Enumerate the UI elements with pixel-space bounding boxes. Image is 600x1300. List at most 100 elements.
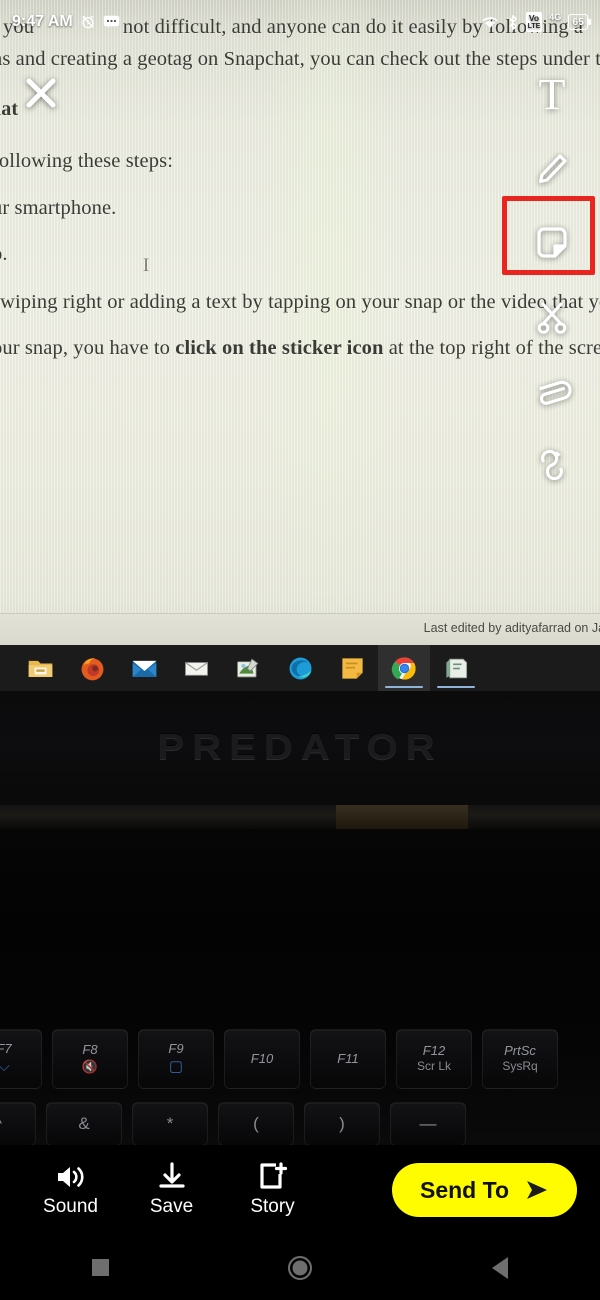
download-icon xyxy=(158,1162,185,1188)
key-prtsc-sublabel: SysRq xyxy=(502,1059,538,1074)
story-label: Story xyxy=(250,1196,295,1217)
scissors-icon xyxy=(537,302,567,334)
send-to-label: Send To xyxy=(419,1176,509,1203)
taskbar-item-envelope[interactable] xyxy=(170,645,222,691)
status-bar-right: Vo LTE 4G 65 xyxy=(480,12,591,32)
battery-icon: 65 xyxy=(568,14,591,30)
loop-icon xyxy=(541,449,563,481)
pencil-icon xyxy=(538,154,567,184)
keyboard-light-icon: ▢ xyxy=(168,1058,184,1076)
key-caret[interactable]: ^ xyxy=(0,1102,36,1146)
text-tool-icon: T xyxy=(538,70,566,119)
key-f9[interactable]: F9 ▢ xyxy=(138,1029,214,1089)
keyboard-function-row: F7 ⌵ F8 🔇 F9 ▢ F10 F11 F12 Scr Lk PrtSc … xyxy=(0,1029,600,1095)
sound-label: Sound xyxy=(43,1196,98,1217)
doc-line-5: ur smartphone. xyxy=(0,197,117,219)
circle-icon xyxy=(288,1255,312,1280)
speaker-icon xyxy=(57,1167,83,1187)
taskbar-item-chrome[interactable] xyxy=(378,645,430,691)
doc-line-8-bold: click on the sticker icon xyxy=(175,337,384,359)
message-icon xyxy=(103,15,119,28)
key-f12[interactable]: F12 Scr Lk xyxy=(396,1029,472,1089)
text-tool-button[interactable]: T xyxy=(504,58,600,132)
snap-action-bar: Sound Save Story Send To xyxy=(0,1145,600,1235)
key-asterisk[interactable]: * xyxy=(132,1102,208,1146)
key-f10[interactable]: F10 xyxy=(224,1029,300,1089)
doc-line-8-pre: our snap, you have to xyxy=(0,337,176,359)
key-f7-label: F7 xyxy=(0,1041,12,1057)
taskbar-item-file-explorer[interactable] xyxy=(14,645,66,691)
key-f7[interactable]: F7 ⌵ xyxy=(0,1029,42,1089)
send-to-button[interactable]: Send To xyxy=(391,1163,577,1217)
file-explorer-icon xyxy=(28,660,52,677)
wifi-icon xyxy=(481,17,498,29)
taskbar-item-sticky-notes[interactable] xyxy=(326,645,378,691)
status-bar-clock: 9:47 AM xyxy=(12,13,73,30)
doc-line-6: o. xyxy=(0,243,8,265)
story-button[interactable]: Story xyxy=(222,1162,323,1218)
sticky-notes-icon xyxy=(341,657,363,679)
laptop-brand-logo: PREDATOR xyxy=(157,726,443,767)
laptop-keyboard-deck xyxy=(0,829,600,1145)
key-f12-label: F12 xyxy=(422,1043,446,1059)
onenote-icon xyxy=(445,658,467,678)
sound-button[interactable]: Sound xyxy=(20,1162,121,1218)
mail-icon xyxy=(132,660,156,677)
key-f11-label: F11 xyxy=(337,1050,359,1066)
save-button[interactable]: Save xyxy=(121,1162,222,1218)
key-f8[interactable]: F8 🔇 xyxy=(52,1029,128,1089)
firefox-icon xyxy=(81,657,103,680)
mute-icon: 🔇 xyxy=(81,1058,99,1074)
status-bar-left: 9:47 AM xyxy=(12,13,120,31)
triangle-left-icon xyxy=(492,1256,508,1279)
text-cursor-icon: I xyxy=(142,255,150,276)
save-label: Save xyxy=(149,1196,194,1217)
add-to-story-icon xyxy=(259,1162,287,1189)
paperclip-icon xyxy=(539,380,572,405)
key-f9-label: F9 xyxy=(168,1041,184,1057)
key-paren-open[interactable]: ( xyxy=(218,1102,294,1146)
scissors-tool-button[interactable] xyxy=(504,280,600,354)
last-edited-label: Last edited by adityafarrad on Jan xyxy=(423,621,600,635)
recents-button[interactable] xyxy=(65,1248,135,1288)
paint-icon xyxy=(236,658,258,677)
envelope-icon xyxy=(184,661,208,676)
home-button[interactable] xyxy=(265,1248,335,1288)
square-icon xyxy=(91,1259,109,1276)
close-button[interactable] xyxy=(20,72,62,114)
chrome-icon xyxy=(391,656,416,680)
taskbar-item-mail[interactable] xyxy=(118,645,170,691)
volte-icon: Vo LTE xyxy=(525,12,543,32)
bluetooth-icon xyxy=(509,14,517,30)
loop-tool-button[interactable] xyxy=(504,428,600,502)
sticker-tool-highlight-box xyxy=(502,196,595,275)
key-f10-label: F10 xyxy=(250,1050,274,1066)
key-f11[interactable]: F11 xyxy=(310,1029,386,1089)
key-prtsc[interactable]: PrtSc SysRq xyxy=(482,1029,558,1089)
draw-tool-button[interactable] xyxy=(504,132,600,206)
key-prtsc-label: PrtSc xyxy=(504,1043,536,1059)
key-f8-label: F8 xyxy=(82,1042,98,1058)
key-ampersand[interactable]: & xyxy=(46,1102,122,1146)
taskbar-item-firefox[interactable] xyxy=(66,645,118,691)
key-paren-close[interactable]: ) xyxy=(304,1102,380,1146)
taskbar-item-paint[interactable] xyxy=(222,645,274,691)
network-4g-icon: 4G xyxy=(549,12,562,22)
taskbar-item-onenote[interactable] xyxy=(430,645,482,691)
windows-taskbar xyxy=(0,645,600,691)
doc-heading: hat xyxy=(0,98,19,120)
key-minus[interactable]: — xyxy=(390,1102,466,1146)
doc-line-4: following these steps: xyxy=(0,150,173,172)
document-status-bar: Last edited by adityafarrad on Jan xyxy=(0,613,600,645)
taskbar-item-edge[interactable] xyxy=(274,645,326,691)
laptop-hinge xyxy=(0,805,600,829)
touchpad-off-icon: ⌵ xyxy=(0,1058,10,1076)
edge-icon xyxy=(289,657,311,679)
back-button[interactable] xyxy=(465,1248,535,1288)
android-status-bar: 9:47 AM Vo LTE 4G 65 xyxy=(0,0,600,44)
android-navigation-bar xyxy=(0,1235,600,1300)
key-f12-sublabel: Scr Lk xyxy=(416,1059,451,1074)
alarm-icon xyxy=(82,15,94,29)
send-arrow-icon xyxy=(527,1181,547,1199)
attach-link-tool-button[interactable] xyxy=(504,354,600,428)
